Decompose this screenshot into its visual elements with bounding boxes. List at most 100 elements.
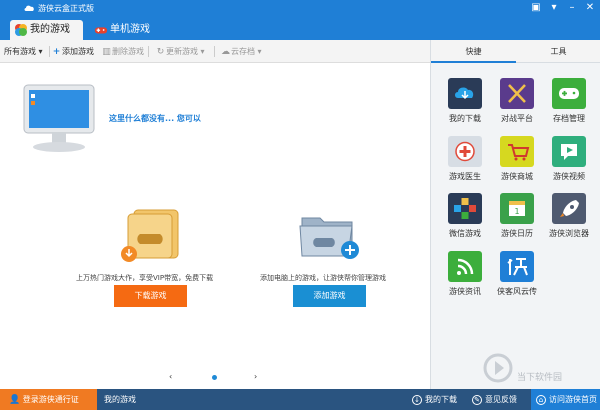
tile-bg (500, 78, 534, 109)
calendar-icon: 1 (509, 201, 525, 216)
trash-icon: ▥ (102, 47, 111, 57)
tile-game-doctor[interactable]: 游戏医生 (440, 136, 490, 196)
tile-bg (500, 136, 534, 167)
title-bar: 游侠云盒正式版 ▣ ▾ – ✕ (0, 0, 600, 17)
computer-monitor-icon (23, 84, 95, 152)
main-tab-bar: 我的游戏 单机游戏 (0, 17, 600, 40)
tile-label: 存档管理 (553, 114, 585, 123)
tile-label: 游侠视频 (553, 172, 585, 181)
download-description: 上万热门游戏大作，享受VIP带宽，免费下载 (76, 274, 214, 282)
watermark-logo-icon (483, 353, 513, 383)
feedback-icon: ✎ (472, 394, 482, 405)
cloud-icon: ☁ (221, 47, 230, 57)
download-game-button[interactable]: 下载游戏 (114, 285, 187, 307)
watermark-text: 当下软件园 (517, 373, 563, 383)
tab-shortcuts[interactable]: 快捷 (431, 46, 516, 63)
home-icon: ⌂ (536, 394, 546, 405)
toolbar-divider (148, 46, 149, 57)
tile-video[interactable]: 游侠视频 (544, 136, 594, 196)
tile-bg (552, 193, 586, 224)
toolbar: 所有游戏 ▾ + 添加游戏 ▥删除游戏 ↻ 更新游戏 ▾ ☁云存档 ▾ (0, 40, 430, 63)
tile-bg (448, 193, 482, 224)
minimize-button[interactable]: – (565, 1, 579, 15)
game-filter-label: 所有游戏 (4, 47, 36, 56)
refresh-icon: ↻ (156, 47, 165, 57)
tile-bg (448, 78, 482, 109)
cloud-save-label: 云存档 (231, 47, 255, 56)
right-panel: 快捷 工具 我的下载 对战平台 存档管理 游戏医生 游侠商城 游侠视频 微信游戏… (430, 40, 600, 389)
bottom-bar: 👤 登录游侠通行证 我的游戏 ↓ 我的下载 ✎ 意见反馈 ⌂ 访问游侠首页 (0, 389, 600, 410)
add-game-label: 添加游戏 (62, 47, 94, 56)
tile-battle-platform[interactable]: 对战平台 (492, 78, 542, 138)
download-icon: ↓ (412, 394, 422, 405)
tile-bg (448, 251, 482, 282)
update-game-button[interactable]: ↻ 更新游戏 ▾ (156, 46, 205, 57)
gamepad-icon (94, 27, 108, 34)
plus-icon: + (52, 47, 61, 57)
tile-bg (552, 78, 586, 109)
tile-bg: 1 (500, 193, 534, 224)
cloud-download-icon (455, 87, 474, 100)
tile-browser[interactable]: 游侠浏览器 (544, 193, 594, 253)
window-title: 游侠云盒正式版 (38, 4, 94, 13)
tile-news[interactable]: 游侠资讯 (440, 251, 490, 311)
tab-tools[interactable]: 工具 (516, 46, 600, 57)
my-games-status[interactable]: 我的游戏 (104, 389, 136, 410)
my-games-icon (15, 24, 27, 36)
feedback-label: 意见反馈 (485, 395, 517, 404)
tab-my-games[interactable]: 我的游戏 (10, 20, 83, 40)
empty-message: 这里什么都没有... 您可以 (109, 114, 201, 123)
tile-wechat-games[interactable]: 微信游戏 (440, 193, 490, 253)
chevron-down-icon: ▾ (257, 47, 262, 56)
update-game-label: 更新游戏 (166, 47, 198, 56)
feedback-button[interactable]: ✎ 意见反馈 (472, 389, 517, 410)
tile-label: 游侠日历 (501, 229, 533, 238)
login-button[interactable]: 👤 登录游侠通行证 (0, 389, 97, 410)
tile-label: 游侠商城 (501, 172, 533, 181)
game-package-icon (121, 209, 179, 262)
next-page-button[interactable]: › (254, 372, 257, 381)
skin-icon[interactable]: ▣ (529, 1, 543, 15)
page-dot-active[interactable] (212, 375, 217, 380)
tile-label: 我的下载 (449, 114, 481, 123)
tile-store[interactable]: 游侠商城 (492, 136, 542, 196)
cloud-save-button[interactable]: ☁云存档 ▾ (221, 46, 262, 57)
tile-calendar[interactable]: 1 游侠日历 (492, 193, 542, 253)
rss-icon (457, 258, 474, 275)
close-button[interactable]: ✕ (583, 1, 597, 15)
tile-my-download[interactable]: 我的下载 (440, 78, 490, 138)
gamepad-icon (559, 88, 579, 99)
tile-bg (500, 251, 534, 282)
tile-label: 对战平台 (501, 114, 533, 123)
right-panel-tabs: 快捷 工具 (431, 40, 600, 63)
menu-icon[interactable]: ▾ (547, 1, 561, 15)
game-filter-dropdown[interactable]: 所有游戏 ▾ (4, 46, 43, 57)
visit-homepage-button[interactable]: ⌂ 访问游侠首页 (531, 389, 600, 410)
add-description: 添加电脑上的游戏，让游侠帮你管理游戏 (260, 274, 386, 282)
app-cloud-icon (24, 5, 34, 11)
shopping-cart-icon (508, 144, 530, 161)
chevron-down-icon: ▾ (38, 47, 43, 56)
main-content: 这里什么都没有... 您可以 上万热门游戏大作，享受VIP带宽，免费下载 下载游… (0, 63, 430, 389)
add-game-big-button[interactable]: 添加游戏 (293, 285, 366, 307)
svg-text:1: 1 (514, 207, 519, 216)
add-folder-icon (299, 217, 359, 259)
tile-label: 游侠浏览器 (549, 229, 589, 238)
user-icon: 👤 (9, 395, 21, 405)
tab-single-games[interactable]: 单机游戏 (90, 20, 170, 40)
homepage-label: 访问游侠首页 (549, 395, 597, 404)
tile-save-manager[interactable]: 存档管理 (544, 78, 594, 138)
tile-xiake-game[interactable]: 侠客风云传 (492, 251, 542, 311)
tile-label: 侠客风云传 (497, 287, 537, 296)
delete-game-label: 删除游戏 (112, 47, 144, 56)
add-game-button[interactable]: + 添加游戏 (52, 46, 94, 57)
my-download-button[interactable]: ↓ 我的下载 (412, 389, 457, 410)
tile-bg (552, 136, 586, 167)
toolbar-divider (49, 46, 50, 57)
delete-game-button[interactable]: ▥删除游戏 (102, 46, 144, 57)
prev-page-button[interactable]: ‹ (169, 372, 172, 381)
tile-bg (448, 136, 482, 167)
tile-label: 游侠资讯 (449, 287, 481, 296)
my-download-label: 我的下载 (425, 395, 457, 404)
tab-single-games-label: 单机游戏 (110, 24, 150, 35)
